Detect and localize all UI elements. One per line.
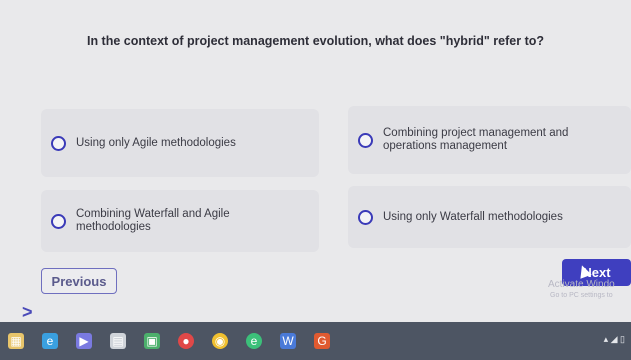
- previous-button[interactable]: Previous: [41, 268, 117, 294]
- radio-button[interactable]: [358, 132, 373, 148]
- radio-button[interactable]: [51, 213, 66, 229]
- radio-button[interactable]: [358, 209, 373, 225]
- chrome-icon[interactable]: ◉: [212, 333, 228, 349]
- game-icon[interactable]: G: [314, 333, 330, 349]
- answer-label: Using only Agile methodologies: [76, 136, 236, 149]
- taskbar: ▦ e ▶ ▤ ▣ ● ◉ e W G ▴ ◢ ▯: [0, 322, 631, 360]
- activate-windows-watermark: Activate Windo: [548, 279, 615, 290]
- activate-windows-subtext: Go to PC settings to: [550, 292, 613, 299]
- start-icon[interactable]: ▦: [8, 333, 24, 349]
- answer-option-3[interactable]: Combining Waterfall and Agile methodolog…: [41, 190, 319, 252]
- radio-button[interactable]: [51, 135, 66, 151]
- edge-new-icon[interactable]: e: [246, 333, 262, 349]
- answer-label: Using only Waterfall methodologies: [383, 210, 563, 223]
- store-icon[interactable]: ▣: [144, 333, 160, 349]
- answer-option-2[interactable]: Combining project management and operati…: [348, 106, 631, 174]
- answer-option-1[interactable]: Using only Agile methodologies: [41, 109, 319, 177]
- camera-icon[interactable]: ●: [178, 333, 194, 349]
- media-icon[interactable]: ▶: [76, 333, 92, 349]
- quiz-screen: In the context of project management evo…: [0, 0, 631, 322]
- answer-label: Combining Waterfall and Agile methodolog…: [76, 208, 230, 233]
- edge-icon[interactable]: e: [42, 333, 58, 349]
- answer-option-4[interactable]: Using only Waterfall methodologies: [348, 186, 631, 248]
- system-tray-icon[interactable]: ▴ ◢ ▯: [604, 334, 625, 345]
- answer-label: Combining project management and operati…: [383, 127, 569, 152]
- chevron-right-icon[interactable]: >: [22, 302, 33, 323]
- app-icon[interactable]: ▤: [110, 333, 126, 349]
- word-icon[interactable]: W: [280, 333, 296, 349]
- question-text: In the context of project management evo…: [86, 34, 545, 48]
